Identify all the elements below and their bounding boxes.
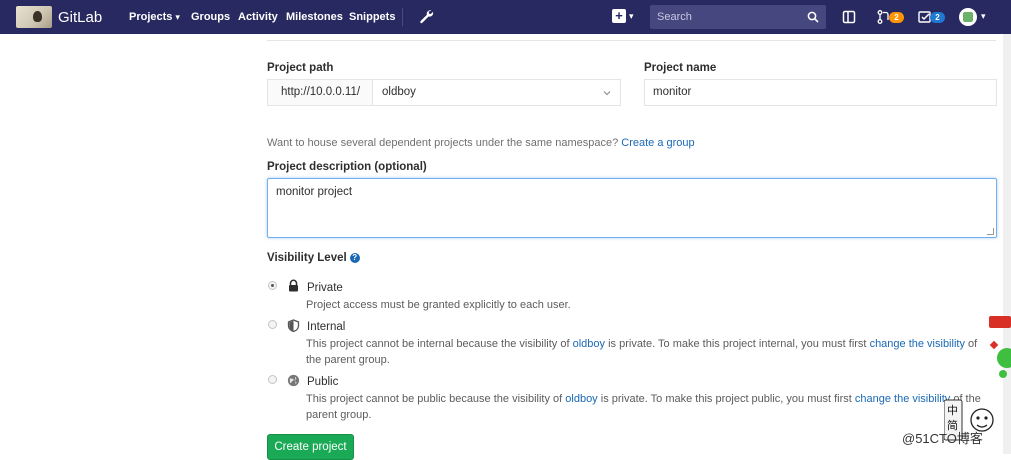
public-desc-line2: parent group.: [306, 409, 372, 421]
nav-milestones[interactable]: Milestones: [286, 11, 343, 23]
create-project-button[interactable]: Create project: [267, 434, 354, 460]
question-icon[interactable]: ?: [349, 253, 360, 263]
change-visibility-link[interactable]: change the visibility: [870, 338, 965, 350]
parent-group-link[interactable]: oldboy: [573, 338, 605, 350]
globe-icon: [287, 374, 300, 387]
visibility-private-radio[interactable]: [268, 281, 277, 290]
namespace-select-value: oldboy: [382, 86, 416, 98]
visibility-internal-title: Internal: [307, 321, 346, 333]
user-avatar[interactable]: [959, 8, 977, 26]
lock-icon: [289, 279, 298, 292]
project-description-value: monitor project: [276, 186, 353, 198]
chevron-down-icon: ▾: [175, 12, 180, 22]
brand-title[interactable]: GitLab: [58, 9, 102, 26]
side-ad-decoration: [989, 316, 1011, 378]
textarea-resize-handle[interactable]: [987, 228, 994, 235]
visibility-level-label: Visibility Level?: [267, 252, 360, 264]
change-visibility-link[interactable]: change the visibility: [855, 393, 950, 405]
create-group-link[interactable]: Create a group: [621, 137, 694, 149]
visibility-level-text: Visibility Level: [267, 252, 347, 264]
chevron-down-icon: ▾: [981, 11, 986, 21]
project-name-input[interactable]: monitor: [644, 79, 997, 106]
nav-snippets[interactable]: Snippets: [349, 11, 395, 23]
visibility-public-radio[interactable]: [268, 375, 277, 384]
visibility-internal-description: This project cannot be internal because …: [306, 336, 1006, 368]
project-description-label: Project description (optional): [267, 161, 427, 173]
gitlab-logo[interactable]: [16, 6, 52, 28]
public-desc-text: This project cannot be public because th…: [306, 393, 563, 405]
watermark-text: @51CTO博客: [902, 431, 983, 446]
merge-request-count-badge: 2: [889, 12, 904, 23]
todos-count-badge: 2: [930, 12, 945, 23]
search-input[interactable]: [650, 5, 800, 29]
admin-wrench-icon[interactable]: [418, 8, 434, 24]
search-icon[interactable]: [807, 11, 819, 23]
namespace-select[interactable]: oldboy: [372, 79, 621, 106]
project-name-label: Project name: [644, 62, 717, 74]
visibility-public-description: This project cannot be public because th…: [306, 391, 1006, 423]
project-path-label: Project path: [267, 62, 334, 74]
visibility-private-title: Private: [307, 282, 343, 294]
internal-desc-line2: the parent group.: [306, 354, 390, 366]
search-box: [650, 5, 826, 29]
svg-text:中: 中: [947, 404, 958, 417]
chevron-down-icon: [603, 91, 611, 96]
nav-groups[interactable]: Groups: [191, 11, 230, 23]
visibility-private-description: Project access must be granted explicitl…: [306, 299, 571, 311]
project-path-prefix: http://10.0.0.11/: [267, 79, 373, 106]
chevron-down-icon: ▾: [629, 11, 634, 21]
new-plus-icon[interactable]: +: [612, 9, 626, 23]
internal-desc-after: of: [968, 338, 978, 350]
internal-desc-mid: is private. To make this project interna…: [608, 338, 867, 350]
visibility-public-title: Public: [307, 376, 339, 388]
top-navbar: GitLab Projects ▾ Groups Activity Milesto…: [0, 0, 1011, 34]
project-description-textarea[interactable]: monitor project: [267, 178, 997, 238]
nav-projects[interactable]: Projects ▾: [129, 11, 180, 23]
nav-divider: [402, 8, 403, 26]
parent-group-link[interactable]: oldboy: [565, 393, 597, 405]
internal-desc-text: This project cannot be internal because …: [306, 338, 570, 350]
visibility-internal-radio[interactable]: [268, 320, 277, 329]
sidebar-toggle-icon[interactable]: [841, 9, 857, 25]
public-desc-mid: is private. To make this project public,…: [600, 393, 852, 405]
shield-icon: [287, 319, 300, 332]
section-divider: [267, 40, 996, 41]
nav-activity[interactable]: Activity: [238, 11, 278, 23]
namespace-hint: Want to house several dependent projects…: [267, 137, 695, 149]
namespace-hint-text: Want to house several dependent projects…: [267, 137, 619, 149]
